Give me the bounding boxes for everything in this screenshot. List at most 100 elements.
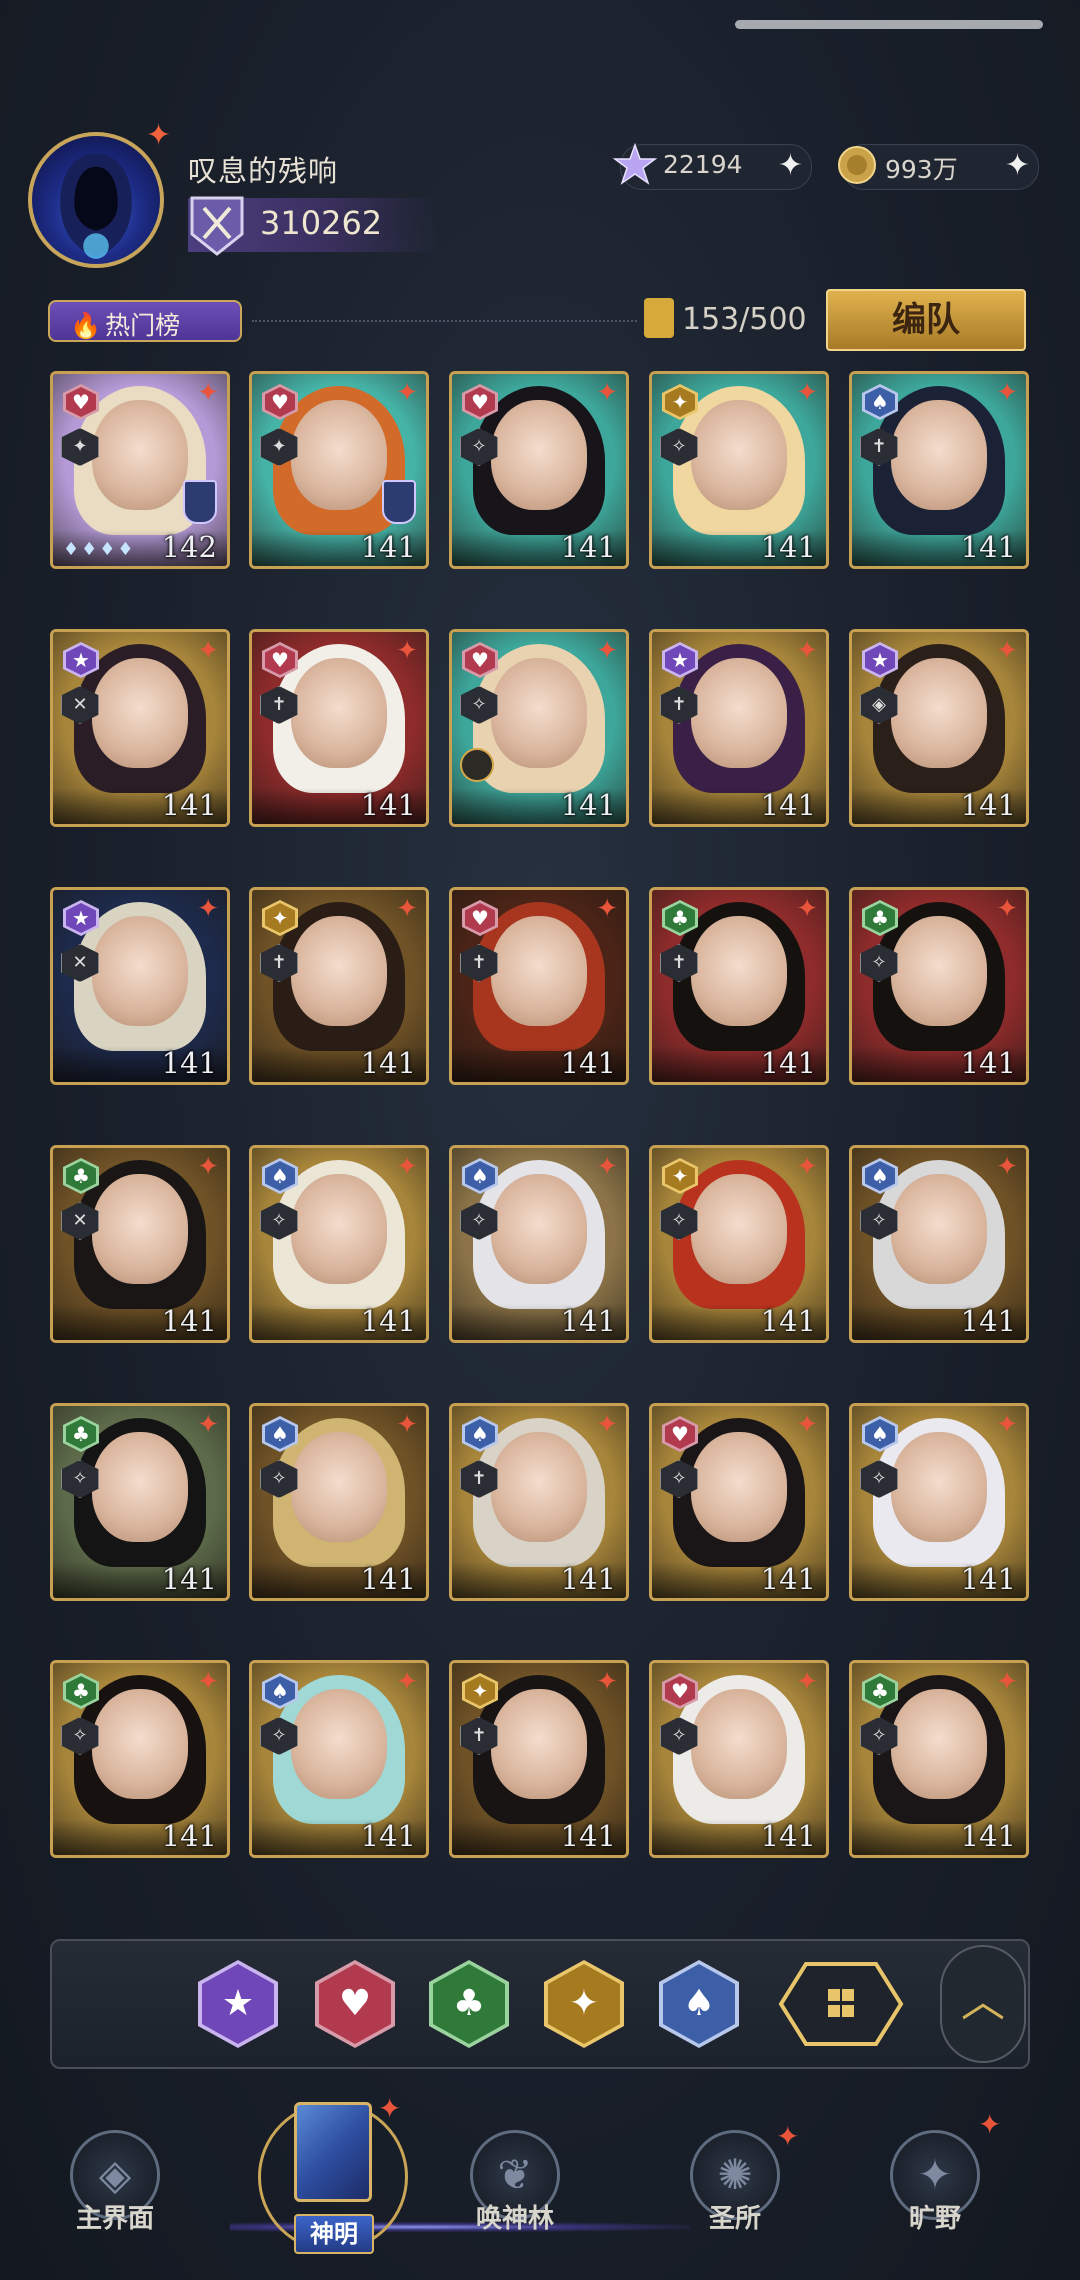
card-level: 141 [960, 1819, 1016, 1853]
upgrade-star-icon: ✦ [996, 894, 1018, 924]
upgrade-star-icon: ✦ [596, 1667, 618, 1697]
card-level: 141 [360, 1304, 416, 1338]
team-formation-button[interactable]: 编队 [826, 289, 1026, 351]
deity-card[interactable]: ★ ✕ ✦ 141 [50, 887, 230, 1085]
notification-star-icon: ✦ [378, 2092, 402, 2125]
all-suits-filter-button[interactable] [778, 1961, 904, 2047]
card-level: 141 [360, 1046, 416, 1080]
collapse-filter-chevron-icon[interactable]: ︿ [940, 1945, 1026, 2063]
deity-card[interactable]: ♣ ✕ ✦ 141 [50, 1145, 230, 1343]
club-suit-icon: ♣ [860, 898, 902, 940]
gold-currency: 993万 ✦ [838, 144, 1039, 190]
deity-card[interactable]: ♠ ✝ ✦ 141 [849, 371, 1029, 569]
deity-card[interactable]: ♥ ✝ ✦ 141 [249, 629, 429, 827]
portrait-face [491, 915, 587, 1026]
hot-ranking-button[interactable]: 🔥 热门榜 [48, 300, 242, 342]
upgrade-star-icon: ✦ [197, 1152, 219, 1182]
card-level: 141 [960, 1046, 1016, 1080]
nav-deities[interactable]: ✦ 神明 [248, 2092, 423, 2280]
card-level: 141 [360, 788, 416, 822]
card-level: 141 [760, 1046, 816, 1080]
card-level: 141 [760, 1819, 816, 1853]
upgrade-star-icon: ✦ [396, 1667, 418, 1697]
deity-card[interactable]: ♣ ✧ ✦ 141 [50, 1660, 230, 1858]
deity-card[interactable]: ♣ ✧ ✦ 141 [849, 887, 1029, 1085]
deity-card[interactable]: ♠ ✧ ✦ 141 [249, 1660, 429, 1858]
portrait-face [491, 1431, 587, 1542]
deity-card[interactable]: ♥ ✧ ✦ 141 [449, 629, 629, 827]
portrait-face [691, 1173, 787, 1284]
nav-wilderness[interactable]: ✦ 旷野 ✦ [860, 2108, 1010, 2280]
nav-summon-forest[interactable]: ❦ 唤神林 [440, 2120, 590, 2280]
deity-card[interactable]: ✦ ✧ ✦ 141 [649, 1145, 829, 1343]
upgrade-star-icon: ✦ [596, 894, 618, 924]
deity-card[interactable]: ♣ ✝ ✦ 141 [649, 887, 829, 1085]
heart-suit-filter-icon: ♥ [319, 1964, 391, 2044]
spade-suit-icon: ♠ [860, 1414, 902, 1456]
card-level: 141 [560, 1046, 616, 1080]
player-avatar[interactable] [28, 132, 164, 268]
deity-card[interactable]: ♥ ✧ ✦ 141 [649, 1660, 829, 1858]
deity-card[interactable]: ♣ ✧ ✦ 141 [50, 1403, 230, 1601]
deity-card[interactable]: ✦ ✧ ✦ 141 [649, 371, 829, 569]
rarity-diamonds: ♦♦♦♦ [63, 539, 136, 560]
club-suit-icon: ♣ [61, 1414, 103, 1456]
upgrade-star-icon: ✦ [396, 378, 418, 408]
nav-summon-forest-label: 唤神林 [475, 2204, 554, 2234]
portrait-face [291, 399, 387, 510]
shield-badge-icon [183, 480, 217, 524]
club-suit-icon: ♣ [61, 1156, 103, 1198]
deity-card[interactable]: ★ ✕ ✦ 141 [50, 629, 230, 827]
notification-star-icon: ✦ [776, 2120, 800, 2153]
spade-suit-icon: ♠ [460, 1414, 502, 1456]
deity-card[interactable]: ★ ◈ ✦ 141 [849, 629, 1029, 827]
player-name: 叹息的残响 [188, 154, 339, 188]
upgrade-star-icon: ✦ [197, 1410, 219, 1440]
star-crystal-icon [613, 143, 657, 185]
add-gold-button[interactable]: ✦ [1005, 149, 1030, 183]
portrait-face [291, 1688, 387, 1799]
deity-card[interactable]: ♠ ✧ ✦ 141 [849, 1403, 1029, 1601]
nav-sanctuary[interactable]: ✺ 圣所 ✦ [660, 2120, 810, 2280]
diamond-suit-icon: ✦ [660, 382, 702, 424]
deity-card[interactable]: ♠ ✧ ✦ 141 [249, 1403, 429, 1601]
deity-card[interactable]: ★ ✝ ✦ 141 [649, 629, 829, 827]
heart-suit-icon: ♥ [260, 640, 302, 682]
card-level: 141 [960, 1562, 1016, 1596]
nav-deities-label: 神明 [294, 2214, 374, 2254]
status-bar-indicator [735, 20, 1043, 29]
power-score: 310262 [260, 204, 383, 242]
deity-card[interactable]: ♥ ✦ ✦ 141 [249, 371, 429, 569]
notification-star-icon: ✦ [978, 2108, 1002, 2141]
nav-sanctuary-label: 圣所 [708, 2204, 761, 2234]
collection-count: 153/500 [682, 302, 807, 337]
card-book-icon [294, 2102, 372, 2202]
portrait-face [291, 915, 387, 1026]
deity-card[interactable]: ♥ ✝ ✦ 141 [449, 887, 629, 1085]
portrait-face [291, 1173, 387, 1284]
hooded-figure-icon [60, 153, 132, 259]
deity-card[interactable]: ♥ ✧ ✦ 141 [649, 1403, 829, 1601]
deity-card[interactable]: ✦ ✝ ✦ 141 [249, 887, 429, 1085]
nav-main[interactable]: ◈ 主界面 [40, 2120, 190, 2280]
card-level: 141 [161, 1562, 217, 1596]
deity-card[interactable]: ♠ ✝ ✦ 141 [449, 1403, 629, 1601]
deity-card[interactable]: ♠ ✧ ✦ 141 [449, 1145, 629, 1343]
portrait-face [891, 1173, 987, 1284]
deity-card[interactable]: ♥ ✧ ✦ 141 [449, 371, 629, 569]
deity-card[interactable]: ♠ ✧ ✦ 141 [249, 1145, 429, 1343]
deity-card[interactable]: ♠ ✧ ✦ 141 [849, 1145, 1029, 1343]
star-crystal-amount: 22194 [663, 150, 743, 179]
upgrade-star-icon: ✦ [996, 636, 1018, 666]
deity-card[interactable]: ✦ ✝ ✦ 141 [449, 1660, 629, 1858]
upgrade-star-icon: ✦ [996, 1152, 1018, 1182]
add-star-crystal-button[interactable]: ✦ [778, 149, 803, 183]
portrait-face [291, 1431, 387, 1542]
portrait-face [691, 657, 787, 768]
upgrade-star-icon: ✦ [796, 378, 818, 408]
deity-card[interactable]: ♥ ✦ ✦ ♦♦♦♦ 142 [50, 371, 230, 569]
diamond-suit-icon: ✦ [460, 1671, 502, 1713]
deity-card[interactable]: ♣ ✧ ✦ 141 [849, 1660, 1029, 1858]
portrait-face [491, 1688, 587, 1799]
heart-suit-icon: ♥ [61, 382, 103, 424]
